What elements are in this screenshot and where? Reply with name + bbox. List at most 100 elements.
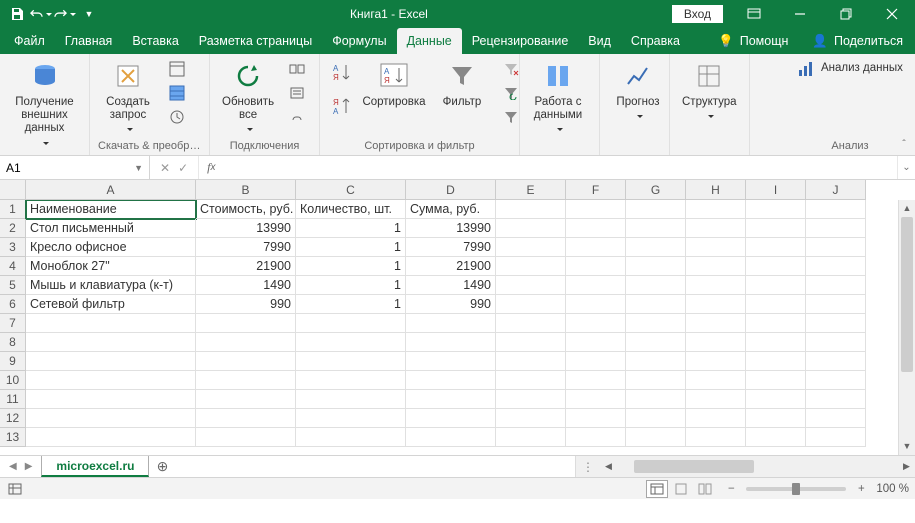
cell[interactable] <box>496 295 566 314</box>
scroll-up-icon[interactable]: ▲ <box>899 200 915 217</box>
column-header[interactable]: G <box>626 180 686 200</box>
cell[interactable] <box>686 333 746 352</box>
page-layout-view-icon[interactable] <box>670 480 692 498</box>
tab-view[interactable]: Вид <box>578 28 621 54</box>
tell-me[interactable]: 💡Помощн <box>706 28 800 54</box>
cell[interactable] <box>496 276 566 295</box>
cell[interactable] <box>686 219 746 238</box>
row-header[interactable]: 7 <box>0 314 26 333</box>
cell[interactable] <box>26 428 196 447</box>
cell[interactable] <box>686 238 746 257</box>
cell[interactable] <box>296 352 406 371</box>
cell[interactable]: 7990 <box>196 238 296 257</box>
new-sheet-icon[interactable]: ⊕ <box>149 456 175 477</box>
column-header[interactable]: J <box>806 180 866 200</box>
cell[interactable] <box>566 428 626 447</box>
redo-icon[interactable] <box>54 3 76 25</box>
cell[interactable] <box>406 333 496 352</box>
zoom-in-icon[interactable]: + <box>854 483 868 495</box>
cell[interactable]: Сумма, руб. <box>406 200 496 219</box>
forecast-button[interactable]: Прогноз <box>608 58 668 121</box>
cell[interactable]: Кресло офисное <box>26 238 196 257</box>
cell[interactable]: 1490 <box>406 276 496 295</box>
cell[interactable] <box>26 390 196 409</box>
outline-button[interactable]: Структура <box>678 58 741 121</box>
cell[interactable] <box>806 238 866 257</box>
cell[interactable] <box>566 352 626 371</box>
sort-za-icon[interactable]: ЯА <box>328 92 356 120</box>
cell[interactable]: Наименование <box>26 200 196 219</box>
cell[interactable] <box>806 428 866 447</box>
column-header[interactable]: C <box>296 180 406 200</box>
ribbon-display-icon[interactable] <box>731 0 777 28</box>
row-header[interactable]: 6 <box>0 295 26 314</box>
cancel-formula-icon[interactable]: ✕ <box>160 161 170 175</box>
recent-sources-icon[interactable] <box>166 106 188 128</box>
name-box-dropdown-icon[interactable]: ▼ <box>134 163 143 173</box>
tab-file[interactable]: Файл <box>4 28 55 54</box>
column-header[interactable]: B <box>196 180 296 200</box>
show-queries-icon[interactable] <box>166 58 188 80</box>
cell[interactable] <box>296 390 406 409</box>
cell[interactable] <box>196 333 296 352</box>
cell[interactable] <box>626 428 686 447</box>
cell[interactable] <box>686 428 746 447</box>
cell[interactable] <box>626 390 686 409</box>
column-header[interactable]: A <box>26 180 196 200</box>
new-query-button[interactable]: Создать запрос <box>98 58 158 134</box>
cell[interactable] <box>686 409 746 428</box>
cell[interactable] <box>406 314 496 333</box>
cell[interactable] <box>626 219 686 238</box>
cell[interactable] <box>686 295 746 314</box>
cell[interactable] <box>806 409 866 428</box>
cell[interactable] <box>566 390 626 409</box>
signin-button[interactable]: Вход <box>672 5 723 23</box>
cell[interactable] <box>566 295 626 314</box>
cell[interactable] <box>496 333 566 352</box>
cell[interactable] <box>806 295 866 314</box>
row-header[interactable]: 3 <box>0 238 26 257</box>
row-header[interactable]: 9 <box>0 352 26 371</box>
tab-home[interactable]: Главная <box>55 28 123 54</box>
fx-icon[interactable]: fx <box>199 156 223 179</box>
zoom-level[interactable]: 100 % <box>876 483 909 495</box>
cell[interactable]: Стоимость, руб. <box>196 200 296 219</box>
cell[interactable]: Моноблок 27" <box>26 257 196 276</box>
cell[interactable]: 1490 <box>196 276 296 295</box>
cell[interactable]: Сетевой фильтр <box>26 295 196 314</box>
cell[interactable]: 13990 <box>406 219 496 238</box>
row-header[interactable]: 13 <box>0 428 26 447</box>
cell[interactable] <box>746 295 806 314</box>
vertical-scrollbar[interactable]: ▲ ▼ <box>898 200 915 455</box>
cell[interactable] <box>296 371 406 390</box>
cell[interactable] <box>566 257 626 276</box>
cell[interactable] <box>566 371 626 390</box>
cell[interactable] <box>296 314 406 333</box>
cell[interactable] <box>746 333 806 352</box>
cell[interactable] <box>296 428 406 447</box>
cell[interactable] <box>196 409 296 428</box>
cell[interactable] <box>196 428 296 447</box>
cell[interactable] <box>26 314 196 333</box>
cell[interactable] <box>806 333 866 352</box>
row-header[interactable]: 5 <box>0 276 26 295</box>
column-header[interactable]: D <box>406 180 496 200</box>
cell[interactable] <box>496 409 566 428</box>
sort-az-icon[interactable]: АЯ <box>328 58 356 86</box>
cell[interactable] <box>566 219 626 238</box>
tab-help[interactable]: Справка <box>621 28 690 54</box>
cell[interactable] <box>686 257 746 276</box>
cell[interactable] <box>496 352 566 371</box>
cell[interactable] <box>806 200 866 219</box>
cell[interactable] <box>406 428 496 447</box>
cell[interactable] <box>496 428 566 447</box>
connections-icon[interactable] <box>286 58 308 80</box>
cell[interactable] <box>566 333 626 352</box>
save-icon[interactable] <box>6 3 28 25</box>
cell[interactable] <box>26 352 196 371</box>
cell[interactable] <box>746 200 806 219</box>
row-header[interactable]: 2 <box>0 219 26 238</box>
tab-insert[interactable]: Вставка <box>122 28 188 54</box>
column-header[interactable]: F <box>566 180 626 200</box>
cell[interactable] <box>406 409 496 428</box>
